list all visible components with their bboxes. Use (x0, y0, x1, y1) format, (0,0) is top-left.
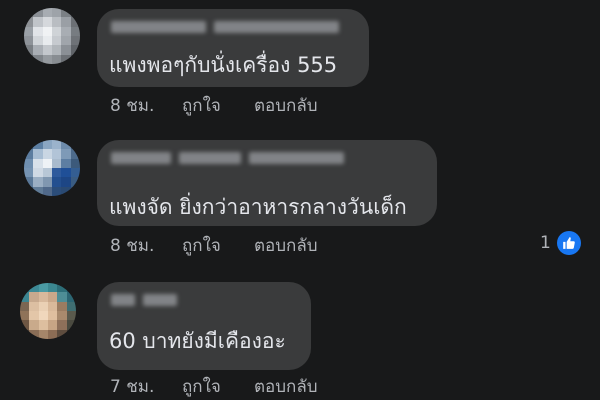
comment-bubble: แพงจัด ยิ่งกว่าอาหารกลางวันเด็ก (97, 140, 437, 226)
author-name[interactable] (111, 294, 177, 308)
thumbs-up-icon (556, 231, 581, 255)
like-button[interactable]: ถูกใจ (182, 377, 221, 397)
blurred-avatar-image (24, 140, 80, 196)
reply-button[interactable]: ตอบกลับ (254, 377, 318, 397)
timestamp[interactable]: 8 ชม. (110, 236, 154, 256)
blurred-avatar-image (24, 8, 80, 64)
reaction-count[interactable]: 1 (540, 231, 581, 255)
reply-button[interactable]: ตอบกลับ (254, 236, 318, 256)
comment-text: แพงพอๆกับนั่งเครื่อง 555 (109, 53, 338, 77)
avatar[interactable] (20, 283, 76, 339)
comment-text: แพงจัด ยิ่งกว่าอาหารกลางวันเด็ก (109, 195, 407, 219)
like-button[interactable]: ถูกใจ (182, 236, 221, 256)
comment-bubble: แพงพอๆกับนั่งเครื่อง 555 (97, 9, 369, 87)
author-name[interactable] (111, 21, 339, 35)
avatar[interactable] (24, 8, 80, 64)
reply-button[interactable]: ตอบกลับ (254, 96, 318, 116)
timestamp[interactable]: 8 ชม. (110, 96, 154, 116)
author-name[interactable] (111, 152, 344, 166)
timestamp[interactable]: 7 ชม. (110, 377, 154, 397)
avatar[interactable] (24, 140, 80, 196)
like-button[interactable]: ถูกใจ (182, 96, 221, 116)
comment-bubble: 60 บาทยังมีเคืองอะ (97, 282, 311, 370)
blurred-avatar-image (20, 283, 76, 339)
comment-text: 60 บาทยังมีเคืองอะ (109, 329, 286, 353)
reaction-number: 1 (540, 233, 551, 253)
